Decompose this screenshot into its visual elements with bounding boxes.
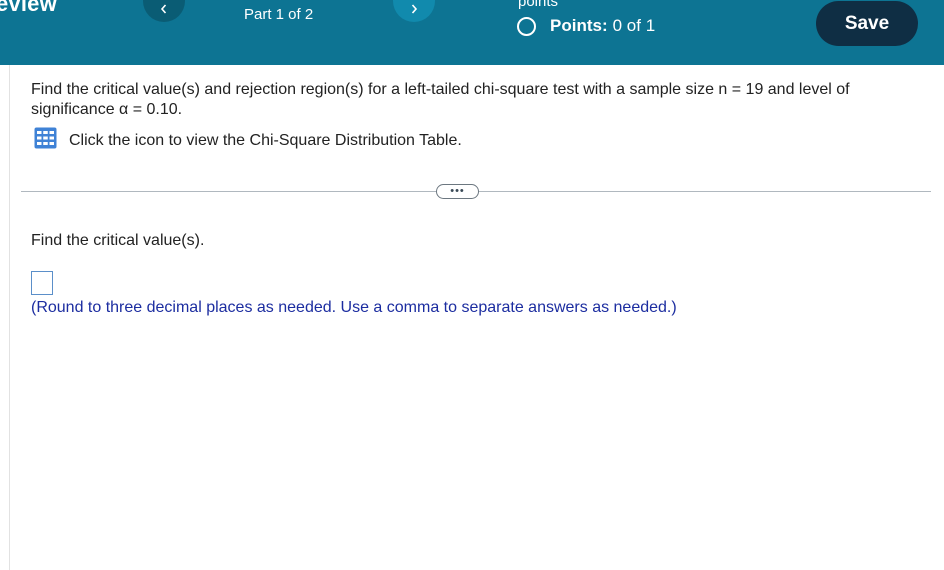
next-part-button[interactable] — [393, 0, 435, 22]
chi-square-table-link[interactable]: Click the icon to view the Chi-Square Di… — [34, 127, 462, 154]
question-text: Find the critical value(s) and rejection… — [31, 81, 850, 118]
save-button[interactable]: Save — [816, 1, 918, 46]
circle-outline-icon — [517, 16, 536, 36]
left-border — [9, 65, 10, 570]
points-status: Points: 0 of 1 — [517, 16, 655, 36]
page-title-fragment: eview — [0, 0, 57, 16]
table-link-text[interactable]: Click the icon to view the Chi-Square Di… — [69, 132, 462, 150]
answer-prompt: Find the critical value(s). — [31, 232, 205, 249]
top-bar: eview Part 1 of 2 points Points: 0 of 1 … — [0, 0, 944, 65]
table-grid-icon[interactable] — [34, 127, 69, 154]
chevron-left-icon — [160, 4, 168, 14]
chevron-right-icon — [410, 4, 418, 14]
critical-value-input[interactable] — [31, 271, 53, 295]
points-value: 0 of 1 — [612, 16, 656, 35]
expand-more-button[interactable]: ••• — [436, 184, 479, 199]
rounding-hint: (Round to three decimal places as needed… — [31, 299, 677, 316]
part-indicator: Part 1 of 2 — [244, 6, 314, 23]
points-label-fragment: points — [518, 0, 559, 10]
previous-part-button[interactable] — [143, 0, 185, 22]
points-label: Points: — [550, 16, 608, 35]
